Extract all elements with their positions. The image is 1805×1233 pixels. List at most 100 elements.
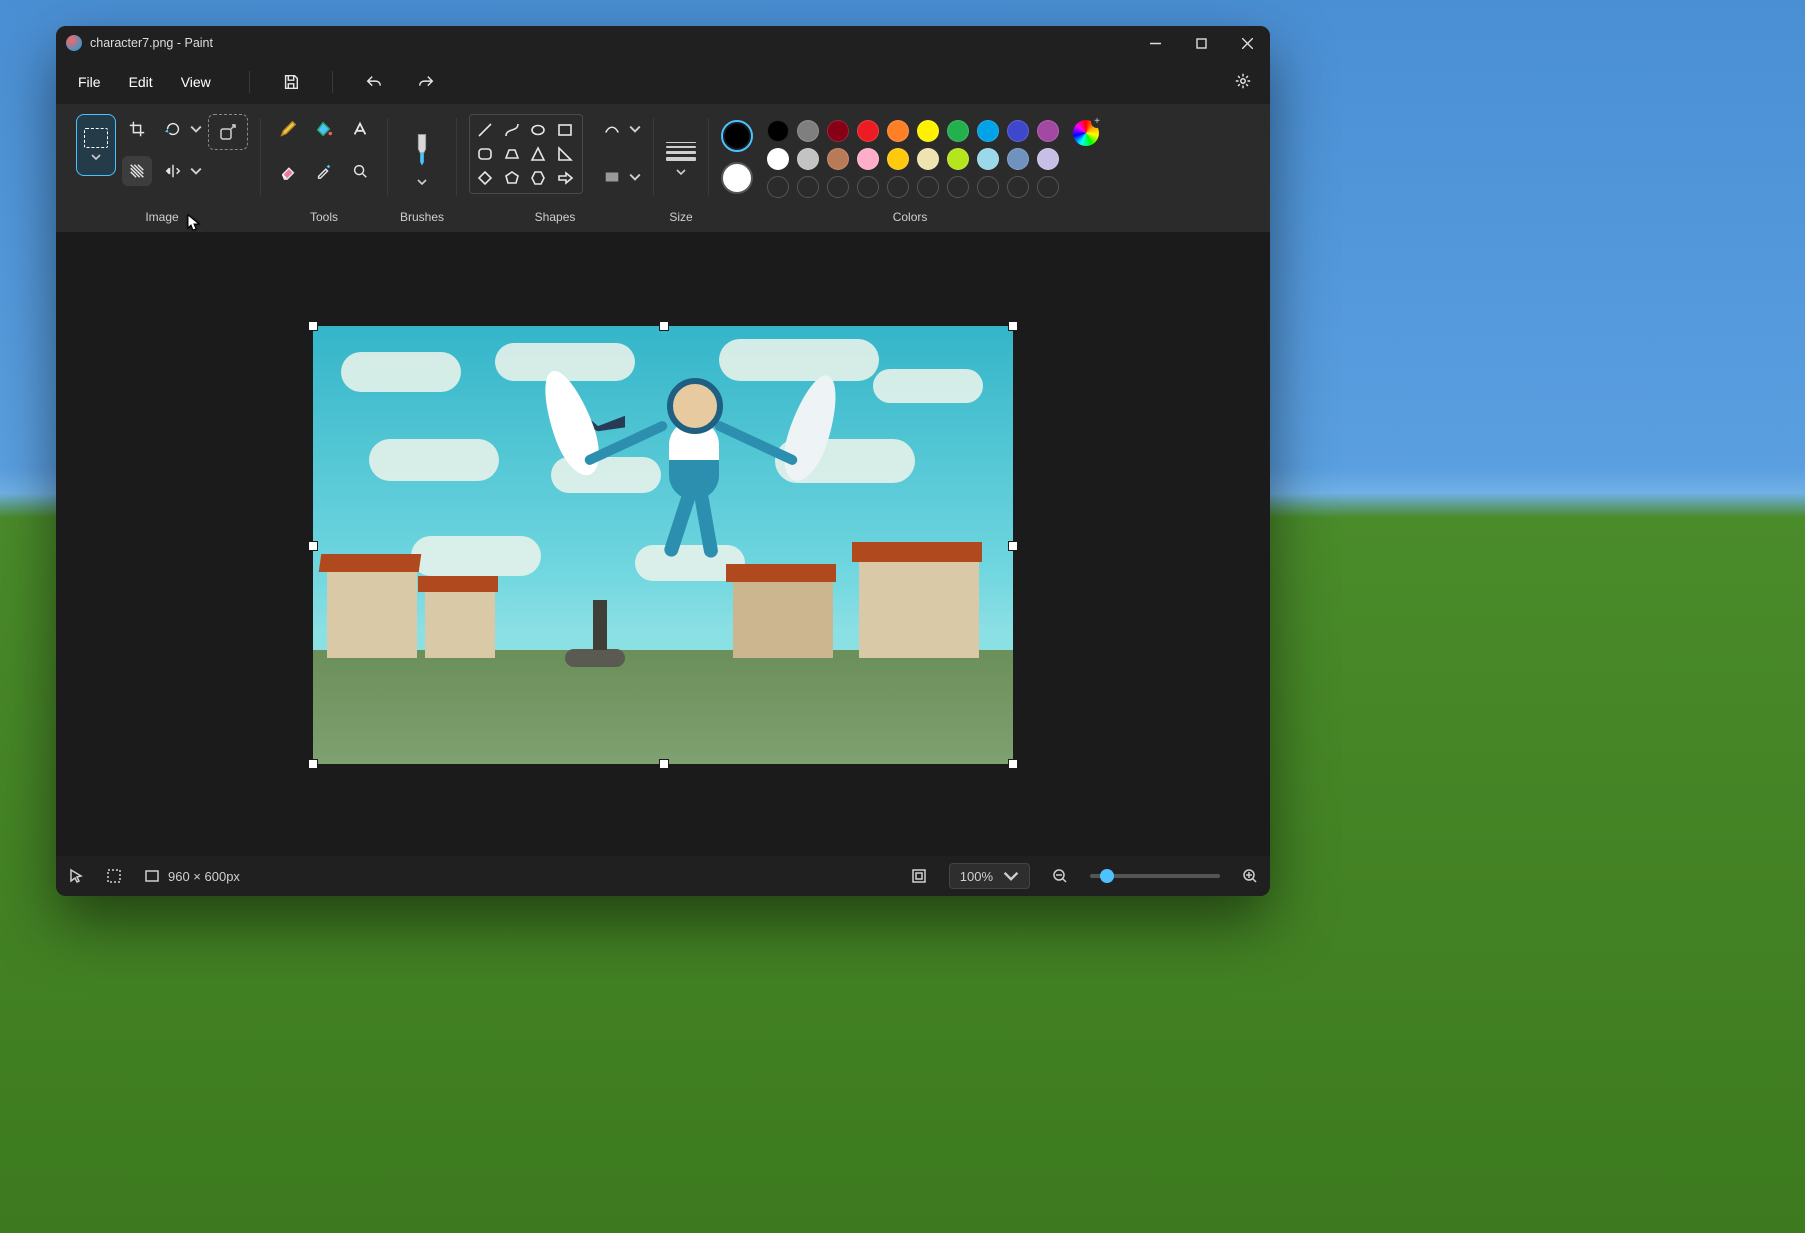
shape-pentagon[interactable] — [503, 169, 521, 187]
selection-icon — [106, 868, 122, 884]
select-tool[interactable] — [76, 114, 116, 176]
titlebar[interactable]: character7.png - Paint — [56, 26, 1270, 60]
resize-handle[interactable] — [1008, 321, 1018, 331]
shapes-palette — [469, 114, 583, 194]
canvas-size-icon — [144, 868, 160, 884]
resize-handle[interactable] — [308, 541, 318, 551]
menu-edit[interactable]: Edit — [115, 68, 167, 96]
shape-polygon[interactable] — [503, 145, 521, 163]
maximize-button[interactable] — [1178, 26, 1224, 60]
canvas[interactable] — [313, 326, 1013, 764]
color-2[interactable] — [721, 162, 753, 194]
swatch[interactable] — [767, 148, 789, 170]
color-picker-tool[interactable] — [309, 156, 339, 186]
shape-rtriangle[interactable] — [556, 145, 574, 163]
shape-hexagon[interactable] — [529, 169, 547, 187]
shape-rrect[interactable] — [476, 145, 494, 163]
swatch-empty[interactable] — [857, 176, 879, 198]
shape-rect[interactable] — [556, 121, 574, 139]
crop-button[interactable] — [122, 114, 152, 144]
canvas-size: 960 × 600px — [144, 868, 240, 884]
swatch[interactable] — [887, 120, 909, 142]
chevron-down-icon[interactable] — [417, 177, 427, 187]
swatch[interactable] — [857, 120, 879, 142]
fit-to-window-button[interactable] — [911, 868, 927, 884]
swatch[interactable] — [767, 120, 789, 142]
undo-button[interactable] — [357, 65, 391, 99]
resize-handle[interactable] — [1008, 541, 1018, 551]
shape-curve[interactable] — [503, 121, 521, 139]
shape-outline-button[interactable] — [597, 114, 641, 144]
swatch[interactable] — [857, 148, 879, 170]
minimize-button[interactable] — [1132, 26, 1178, 60]
resize-handle[interactable] — [659, 759, 669, 769]
swatch[interactable] — [917, 120, 939, 142]
zoom-out-button[interactable] — [1052, 868, 1068, 884]
save-button[interactable] — [274, 65, 308, 99]
resize-button[interactable] — [208, 114, 248, 150]
menu-file[interactable]: File — [64, 68, 115, 96]
flip-button[interactable] — [158, 156, 202, 186]
size-button[interactable] — [666, 142, 696, 177]
swatch-empty[interactable] — [1007, 176, 1029, 198]
rotate-button[interactable] — [158, 114, 202, 144]
swatch[interactable] — [1037, 148, 1059, 170]
swatch[interactable] — [827, 120, 849, 142]
group-label-colors: Colors — [893, 210, 928, 224]
swatch[interactable] — [977, 148, 999, 170]
slider-thumb[interactable] — [1100, 869, 1114, 883]
shape-line[interactable] — [476, 121, 494, 139]
redo-button[interactable] — [409, 65, 443, 99]
swatch-empty[interactable] — [887, 176, 909, 198]
swatch[interactable] — [887, 148, 909, 170]
fill-tool[interactable] — [309, 114, 339, 144]
chevron-down-icon — [629, 171, 641, 183]
resize-handle[interactable] — [659, 321, 669, 331]
swatch[interactable] — [797, 148, 819, 170]
magnifier-tool[interactable] — [345, 156, 375, 186]
swatch-empty[interactable] — [827, 176, 849, 198]
group-tools: Tools — [261, 114, 387, 224]
pencil-tool[interactable] — [273, 114, 303, 144]
swatch-empty[interactable] — [977, 176, 999, 198]
swatch[interactable] — [827, 148, 849, 170]
group-colors: Colors — [709, 114, 1111, 224]
swatch[interactable] — [947, 120, 969, 142]
canvas-area[interactable] — [56, 233, 1270, 856]
chevron-down-icon — [629, 123, 641, 135]
swatch[interactable] — [917, 148, 939, 170]
zoom-dropdown[interactable]: 100% — [949, 863, 1030, 889]
resize-handle[interactable] — [308, 321, 318, 331]
zoom-in-button[interactable] — [1242, 868, 1258, 884]
edit-colors-button[interactable] — [1073, 120, 1099, 146]
color-1[interactable] — [721, 120, 753, 152]
transparent-selection-button[interactable] — [122, 156, 152, 186]
swatch[interactable] — [1007, 120, 1029, 142]
swatch[interactable] — [1007, 148, 1029, 170]
shape-triangle[interactable] — [529, 145, 547, 163]
brush-tool[interactable] — [409, 131, 435, 171]
swatch[interactable] — [947, 148, 969, 170]
group-image: Image — [64, 114, 260, 224]
settings-button[interactable] — [1234, 72, 1252, 93]
swatch[interactable] — [797, 120, 819, 142]
text-tool[interactable] — [345, 114, 375, 144]
swatch-empty[interactable] — [947, 176, 969, 198]
swatch-empty[interactable] — [917, 176, 939, 198]
shape-arrow[interactable] — [556, 169, 574, 187]
swatch[interactable] — [977, 120, 999, 142]
shape-fill-button[interactable] — [597, 162, 641, 192]
swatch[interactable] — [1037, 120, 1059, 142]
swatch-empty[interactable] — [767, 176, 789, 198]
shape-diamond[interactable] — [476, 169, 494, 187]
shape-oval[interactable] — [529, 121, 547, 139]
resize-handle[interactable] — [1008, 759, 1018, 769]
color-wheel-icon — [1073, 120, 1099, 146]
resize-handle[interactable] — [308, 759, 318, 769]
menu-view[interactable]: View — [167, 68, 225, 96]
zoom-slider[interactable] — [1090, 874, 1220, 878]
swatch-empty[interactable] — [1037, 176, 1059, 198]
swatch-empty[interactable] — [797, 176, 819, 198]
close-button[interactable] — [1224, 26, 1270, 60]
eraser-tool[interactable] — [273, 156, 303, 186]
